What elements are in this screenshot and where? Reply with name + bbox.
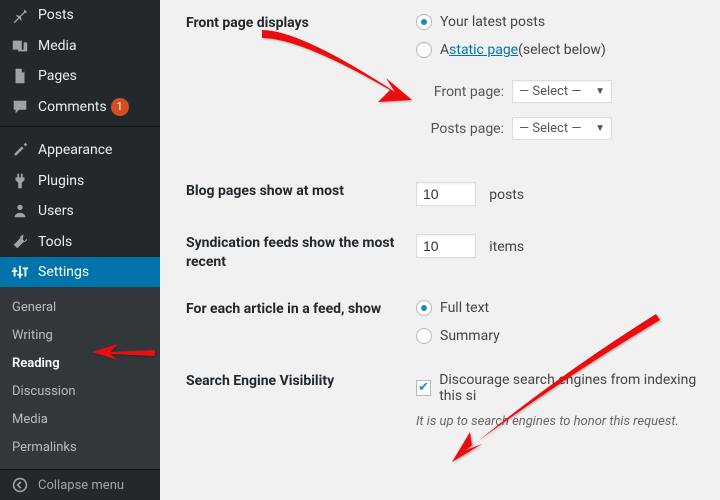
sidebar-item-label: Plugins	[38, 173, 84, 189]
sev-checkbox-label: Discourage search engines from indexing …	[439, 372, 720, 404]
sidebar-item-posts[interactable]: Posts	[0, 0, 160, 31]
sub-item-label: General	[12, 300, 56, 315]
appearance-icon	[10, 140, 30, 160]
row-front-page-displays: Front page displays Your latest posts A …	[186, 0, 720, 168]
select-value: — Select —	[519, 84, 581, 99]
row-search-engine-visibility: Search Engine Visibility Discourage sear…	[186, 358, 720, 443]
row-label: Front page displays	[186, 14, 416, 33]
settings-submenu: General Writing Reading Discussion Media…	[0, 287, 160, 469]
row-controls: items	[416, 234, 720, 258]
sub-item-reading[interactable]: Reading	[0, 349, 160, 377]
row-article-feed: For each article in a feed, show Full te…	[186, 286, 720, 358]
radio-full-text-row: Full text	[416, 300, 720, 316]
sidebar-item-label: Pages	[38, 68, 77, 84]
row-label: For each article in a feed, show	[186, 300, 416, 319]
sidebar-item-appearance[interactable]: Appearance	[0, 135, 160, 166]
sidebar-item-settings[interactable]: Settings	[0, 257, 160, 288]
comments-icon	[10, 97, 30, 117]
sub-item-permalinks[interactable]: Permalinks	[0, 433, 160, 461]
sev-check-row: Discourage search engines from indexing …	[416, 372, 720, 404]
radio-full-text[interactable]	[416, 300, 432, 316]
admin-sidebar: Posts Media Pages Comments 1 Appearance …	[0, 0, 160, 500]
radio-static-prefix: A	[440, 42, 449, 58]
sidebar-item-label: Tools	[38, 234, 72, 250]
radio-summary-label: Summary	[440, 328, 500, 344]
radio-static-page-row: A static page (select below)	[416, 42, 720, 58]
app-root: Posts Media Pages Comments 1 Appearance …	[0, 0, 720, 500]
syndication-unit: items	[489, 239, 524, 255]
settings-reading-content: Front page displays Your latest posts A …	[160, 0, 720, 500]
radio-static-suffix: (select below)	[518, 42, 606, 58]
pin-icon	[10, 5, 30, 25]
sidebar-item-pages[interactable]: Pages	[0, 61, 160, 92]
sidebar-item-label: Users	[38, 203, 74, 219]
sidebar-item-label: Comments	[38, 99, 107, 115]
pages-icon	[10, 66, 30, 86]
collapse-menu-label: Collapse menu	[38, 478, 124, 493]
sub-item-discussion[interactable]: Discussion	[0, 377, 160, 405]
row-blog-pages: Blog pages show at most posts	[186, 168, 720, 220]
collapse-icon	[10, 475, 30, 495]
row-label: Blog pages show at most	[186, 182, 416, 201]
sidebar-item-label: Media	[38, 38, 77, 54]
radio-latest-posts[interactable]	[416, 14, 432, 30]
blog-pages-unit: posts	[489, 187, 524, 203]
sidebar-item-label: Settings	[38, 264, 89, 280]
media-icon	[10, 36, 30, 56]
blog-pages-input[interactable]	[416, 182, 476, 206]
row-syndication: Syndication feeds show the most recent i…	[186, 220, 720, 286]
front-page-select[interactable]: — Select — ▼	[512, 80, 612, 103]
sub-item-general[interactable]: General	[0, 293, 160, 321]
sidebar-item-label: Posts	[38, 7, 74, 23]
settings-icon	[10, 262, 30, 282]
row-label: Search Engine Visibility	[186, 372, 416, 391]
chevron-down-icon: ▼	[595, 123, 605, 134]
radio-static-page[interactable]	[416, 42, 432, 58]
users-icon	[10, 201, 30, 221]
sidebar-separator	[0, 126, 160, 131]
sidebar-item-users[interactable]: Users	[0, 196, 160, 227]
sub-item-label: Permalinks	[12, 440, 77, 455]
syndication-input[interactable]	[416, 234, 476, 258]
radio-latest-posts-row: Your latest posts	[416, 14, 720, 30]
row-controls: Your latest posts A static page (select …	[416, 14, 720, 154]
sidebar-item-media[interactable]: Media	[0, 31, 160, 62]
radio-summary[interactable]	[416, 328, 432, 344]
sev-checkbox[interactable]	[416, 380, 431, 396]
sidebar-item-label: Appearance	[38, 142, 112, 158]
collapse-menu-button[interactable]: Collapse menu	[0, 469, 160, 500]
select-value: — Select —	[519, 121, 581, 136]
posts-page-select-row: Posts page: — Select — ▼	[416, 117, 720, 140]
sidebar-item-comments[interactable]: Comments 1	[0, 92, 160, 123]
sidebar-item-tools[interactable]: Tools	[0, 226, 160, 257]
sub-item-media[interactable]: Media	[0, 405, 160, 433]
row-label: Syndication feeds show the most recent	[186, 234, 416, 272]
front-page-select-label: Front page:	[416, 84, 504, 100]
row-controls: Discourage search engines from indexing …	[416, 372, 720, 429]
row-controls: posts	[416, 182, 720, 206]
sub-item-label: Reading	[12, 356, 60, 371]
sev-hint: It is up to search engines to honor this…	[416, 414, 720, 429]
sub-item-label: Discussion	[12, 384, 76, 399]
comments-count-badge: 1	[111, 98, 129, 116]
sub-item-label: Writing	[12, 328, 53, 343]
tools-icon	[10, 232, 30, 252]
radio-summary-row: Summary	[416, 328, 720, 344]
plugins-icon	[10, 171, 30, 191]
static-page-link[interactable]: static page	[449, 42, 518, 58]
posts-page-select[interactable]: — Select — ▼	[512, 117, 612, 140]
radio-latest-posts-label: Your latest posts	[440, 14, 545, 30]
radio-full-text-label: Full text	[440, 300, 489, 316]
sidebar-item-plugins[interactable]: Plugins	[0, 165, 160, 196]
chevron-down-icon: ▼	[595, 86, 605, 97]
posts-page-select-label: Posts page:	[416, 121, 504, 137]
sub-item-label: Media	[12, 412, 48, 427]
row-controls: Full text Summary	[416, 300, 720, 344]
sub-item-writing[interactable]: Writing	[0, 321, 160, 349]
front-page-select-row: Front page: — Select — ▼	[416, 80, 720, 103]
